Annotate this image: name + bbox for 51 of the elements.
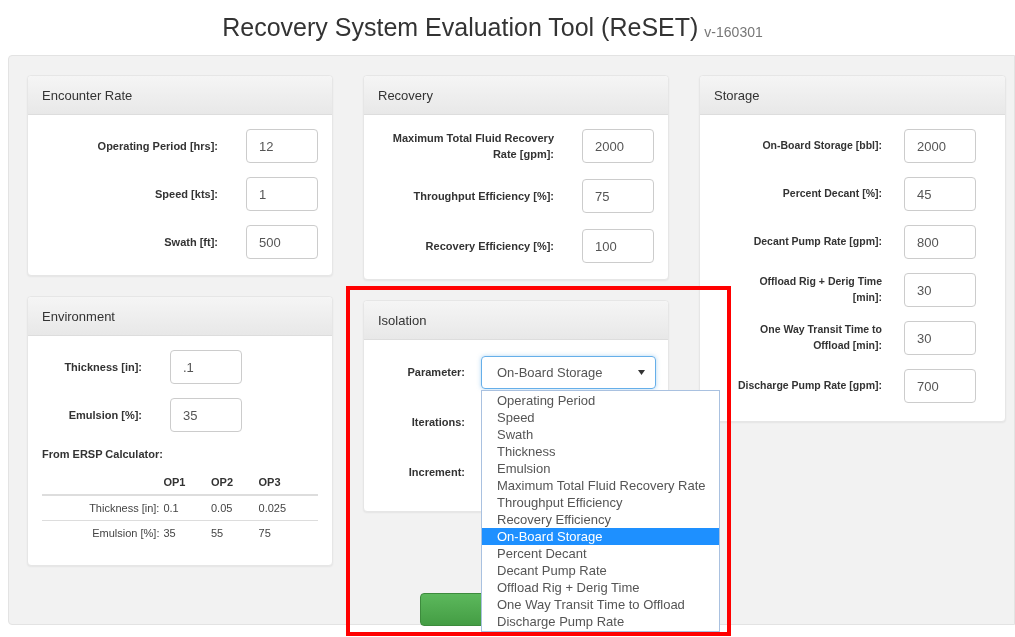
field-label: Parameter: [406, 365, 465, 381]
version-label: v-160301 [704, 23, 763, 40]
input-field[interactable]: 1 [246, 177, 318, 211]
field-label: On-Board Storage [bbl]: [761, 138, 882, 154]
panel-header: Environment [28, 297, 332, 336]
panel-header: Isolation [364, 301, 668, 340]
row-label: Emulsion [%]: [42, 520, 164, 545]
field-label: Throughput Efficiency [%]: [412, 188, 554, 204]
input-field[interactable]: 75 [582, 179, 654, 213]
field-label: Increment: [407, 465, 465, 481]
input-field[interactable]: 30 [904, 273, 976, 307]
table-cell: 0.1 [163, 495, 211, 521]
panel-header: Recovery [364, 76, 668, 115]
field-label: Emulsion [%]: [67, 407, 142, 423]
table-cell: 55 [211, 520, 259, 545]
input-field[interactable]: 30 [904, 321, 976, 355]
field-label: Swath [ft]: [163, 234, 218, 250]
field-label: Operating Period [hrs]: [96, 138, 218, 154]
field-label: Speed [kts]: [154, 186, 218, 202]
input-field[interactable]: 500 [246, 225, 318, 259]
input-field[interactable]: 100 [582, 229, 654, 263]
table-cell: 75 [258, 520, 318, 545]
field-label: Discharge Pump Rate [gpm]: [736, 378, 882, 394]
table-cell: 35 [163, 520, 211, 545]
column-header: OP3 [258, 470, 318, 495]
table-cell: 0.05 [211, 495, 259, 521]
input-field[interactable]: 35 [170, 398, 242, 432]
field-label: Recovery Efficiency [%]: [424, 238, 554, 254]
row-label: Thickness [in]: [42, 495, 164, 521]
input-field[interactable]: 45 [904, 177, 976, 211]
field-label: One Way Transit Time to Offload [min]: [759, 322, 882, 353]
column-header: OP1 [163, 470, 211, 495]
panel-header: Storage [700, 76, 1005, 115]
field-label: Decant Pump Rate [gpm]: [752, 234, 882, 250]
input-field[interactable]: 12 [246, 129, 318, 163]
input-field[interactable]: 800 [904, 225, 976, 259]
field-label: Offload Rig + Derig Time [min]: [758, 274, 882, 305]
calculator-title: From ERSP Calculator: [42, 448, 164, 460]
input-field[interactable]: 2000 [904, 129, 976, 163]
column-header: OP2 [211, 470, 259, 495]
field-label: Iterations: [410, 415, 465, 431]
input-field[interactable]: 700 [904, 369, 976, 403]
page-title: Recovery System Evaluation Tool (ReSET) [222, 13, 699, 42]
field-label: Maximum Total Fluid Recovery Rate [gpm]: [391, 130, 554, 162]
panel-header: Encounter Rate [28, 76, 332, 115]
input-field[interactable]: 2000 [582, 129, 654, 163]
field-label: Thickness [in]: [63, 359, 142, 375]
table-cell: 0.025 [258, 495, 318, 521]
caret-icon [638, 370, 645, 375]
field-label: Percent Decant [%]: [781, 186, 882, 202]
input-field[interactable]: .1 [170, 350, 242, 384]
